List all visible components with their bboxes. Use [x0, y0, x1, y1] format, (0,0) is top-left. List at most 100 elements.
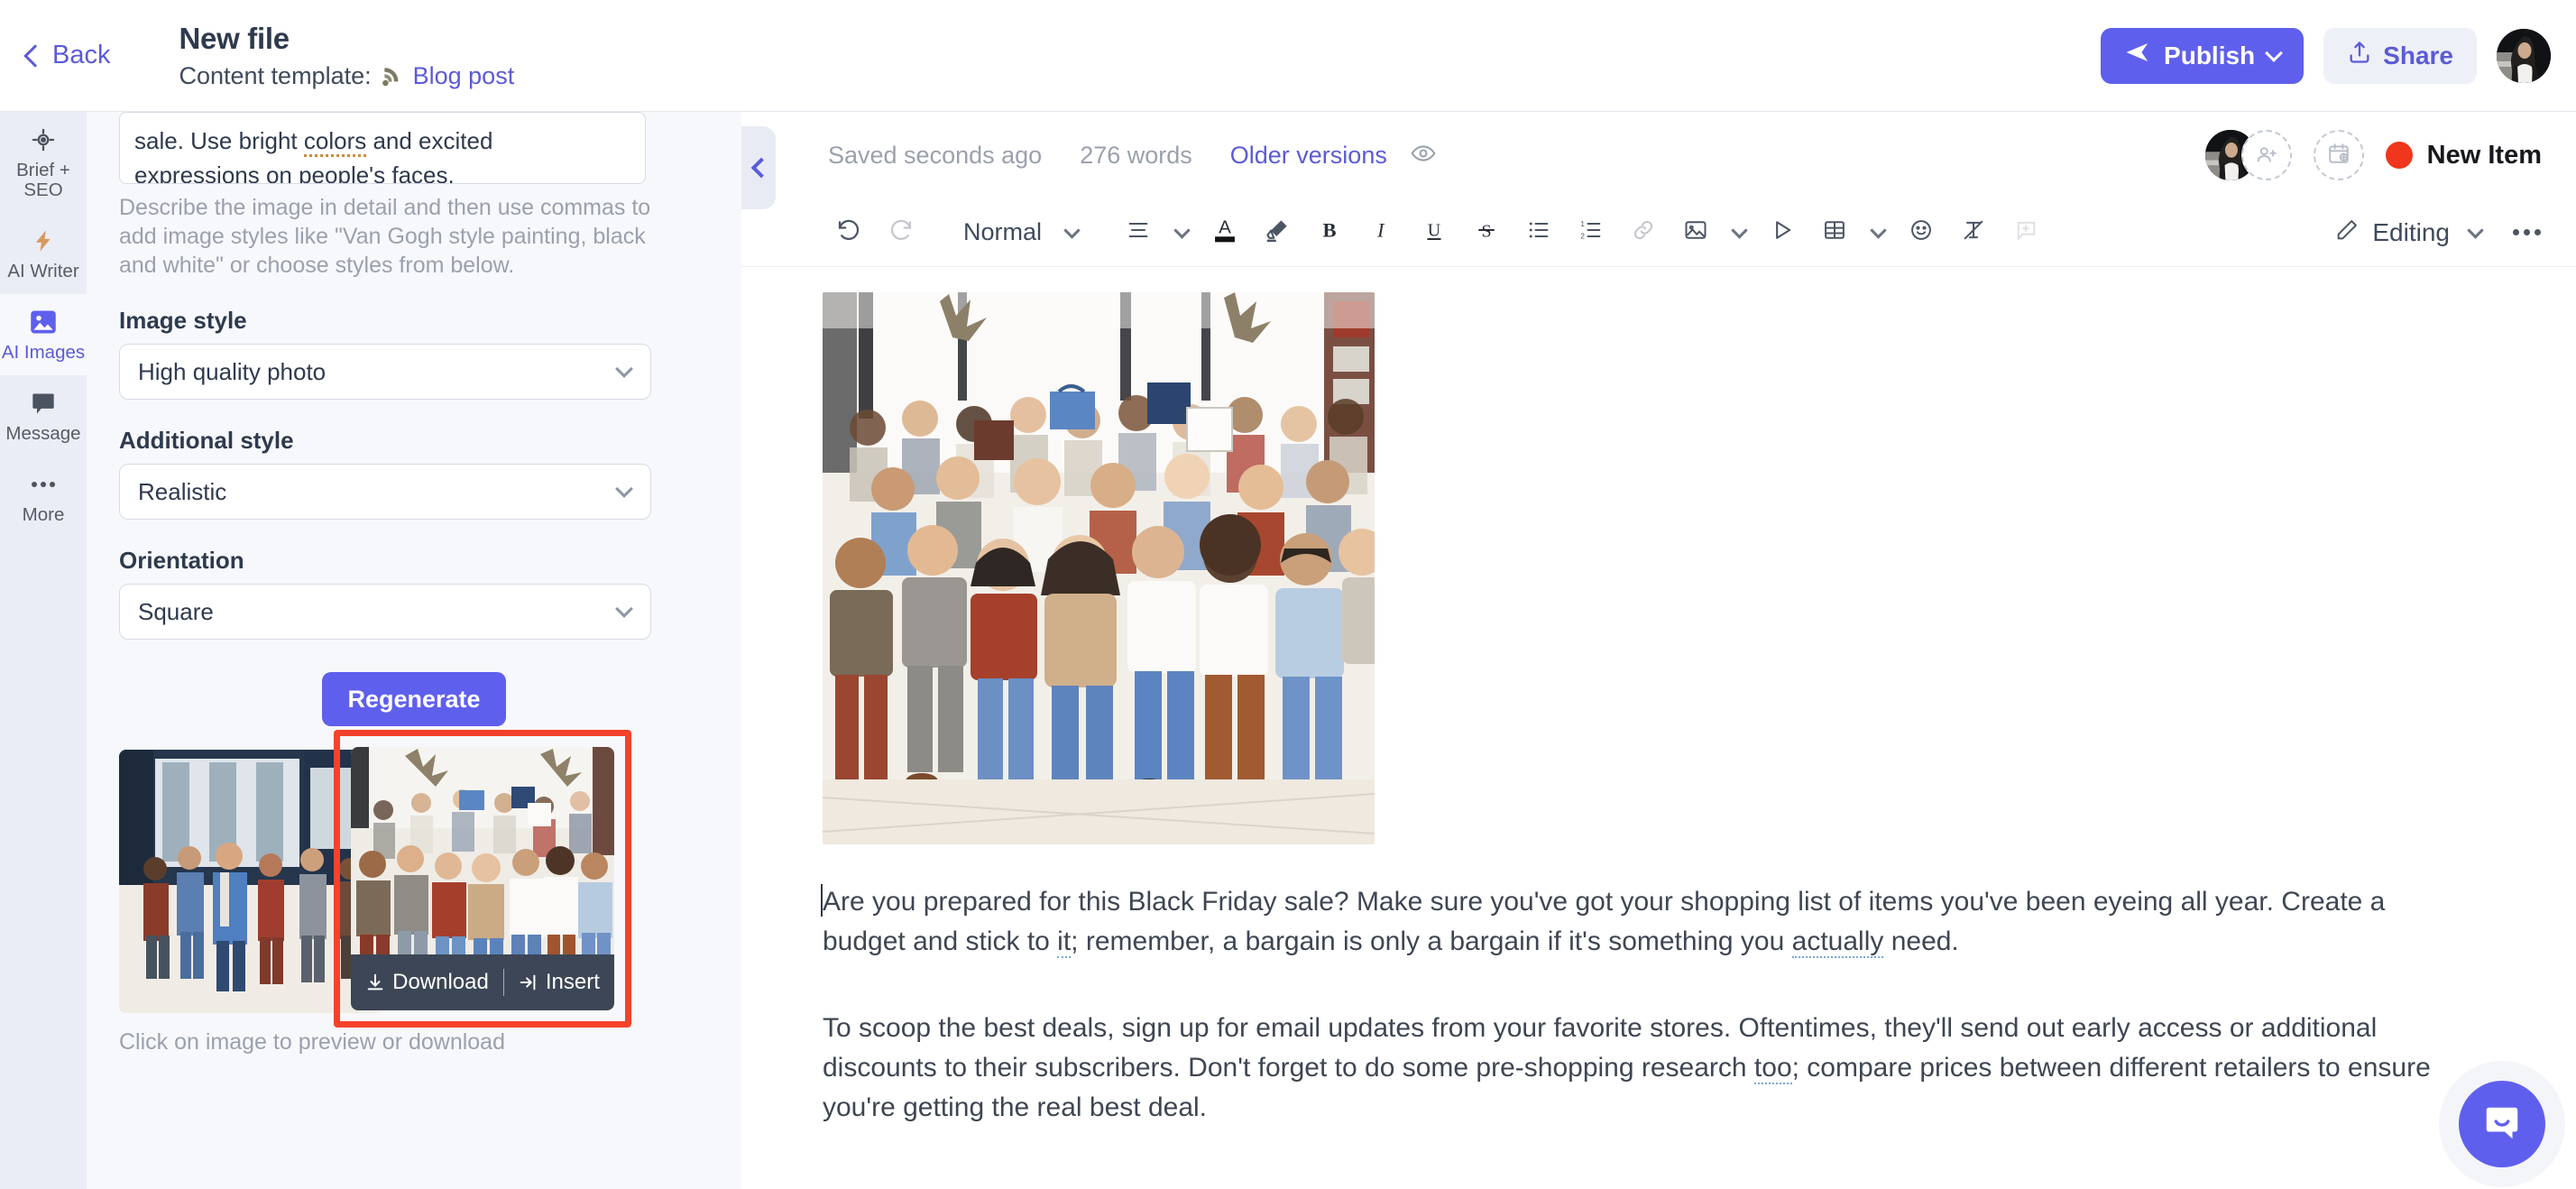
paragraph-1[interactable]: Are you prepared for this Black Friday s…	[821, 882, 2437, 962]
older-versions-link[interactable]: Older versions	[1230, 142, 1387, 170]
bullet-list-button[interactable]	[1513, 207, 1565, 259]
svg-text:2: 2	[1580, 232, 1585, 240]
ellipsis-icon	[2512, 229, 2541, 235]
orientation-select[interactable]: Square	[119, 584, 651, 640]
prompt-text-b: and excited	[366, 127, 493, 154]
editor-status-bar: Saved seconds ago 276 words Older versio…	[741, 112, 2576, 198]
spellcheck-word: it	[1057, 926, 1072, 958]
avatar[interactable]	[2497, 28, 2551, 83]
toolbar-right: Editing	[2334, 207, 2553, 259]
eye-icon[interactable]	[1411, 141, 1436, 171]
table-icon	[1822, 217, 1847, 247]
prompt-helper-text: Describe the image in detail and then us…	[119, 195, 651, 278]
content-template-link[interactable]: Blog post	[413, 62, 515, 90]
prompt-textarea[interactable]: sale. Use bright colors and excited expr…	[119, 112, 646, 184]
sidebar-item-message[interactable]: Message	[0, 375, 87, 456]
redo-button[interactable]	[875, 207, 927, 259]
editing-mode-label: Editing	[2372, 217, 2450, 246]
generated-images-list: Download Insert	[119, 730, 709, 1028]
chevron-down-icon	[615, 480, 633, 498]
sidebar-item-more[interactable]: More	[0, 456, 87, 538]
send-icon	[2124, 39, 2151, 72]
collapse-panel-button[interactable]	[741, 126, 776, 209]
back-button[interactable]: Back	[23, 41, 110, 70]
add-comment-button[interactable]	[2000, 207, 2052, 259]
insert-video-button[interactable]	[1756, 207, 1808, 259]
underline-icon: U	[1421, 217, 1448, 248]
paragraph-style-caret[interactable]	[1054, 221, 1089, 239]
highlight-button[interactable]	[1251, 207, 1303, 259]
download-icon	[365, 972, 385, 992]
align-button[interactable]	[1112, 207, 1164, 259]
insert-table-button[interactable]	[1808, 207, 1861, 259]
emoji-icon	[1909, 217, 1934, 247]
status-label: New Item	[2426, 140, 2542, 170]
numbered-list-icon: 1 2	[1578, 217, 1604, 247]
target-icon	[31, 126, 56, 153]
lightning-icon	[31, 227, 56, 254]
prompt-spellcheck-word: colors	[303, 127, 367, 157]
text-color-button[interactable]: A	[1199, 207, 1251, 259]
editor-status-actions: New Item	[2204, 130, 2542, 180]
generated-image-2[interactable]: Download Insert	[351, 747, 614, 1010]
orientation-label: Orientation	[119, 547, 244, 574]
add-comment-icon	[2013, 217, 2038, 247]
image-style-select[interactable]: High quality photo	[119, 344, 651, 400]
sidebar-item-ai-images[interactable]: AI Images	[0, 294, 87, 375]
table-caret[interactable]	[1861, 221, 1895, 239]
strikethrough-button[interactable]: S	[1460, 207, 1513, 259]
publish-button[interactable]: Publish	[2101, 27, 2305, 84]
undo-button[interactable]	[823, 207, 875, 259]
orientation-value: Square	[138, 597, 214, 625]
editing-mode-caret[interactable]	[2450, 221, 2500, 239]
more-options-button[interactable]	[2500, 207, 2553, 259]
svg-text:1: 1	[1580, 220, 1585, 228]
emoji-button[interactable]	[1895, 207, 1947, 259]
collaborators	[2204, 130, 2292, 180]
download-button[interactable]: Download	[365, 970, 489, 995]
document-body[interactable]: Are you prepared for this Black Friday s…	[741, 267, 2576, 1128]
share-button[interactable]: Share	[2323, 27, 2477, 84]
numbered-list-button[interactable]: 1 2	[1565, 207, 1617, 259]
generated-image-2-highlight: Download Insert	[334, 730, 631, 1028]
additional-style-value: Realistic	[138, 477, 227, 505]
upload-icon	[2347, 40, 2372, 71]
insert-button[interactable]: Insert	[519, 970, 600, 995]
italic-button[interactable]: I	[1356, 207, 1408, 259]
resize-grip-icon[interactable]	[629, 168, 641, 180]
page-title: New file	[179, 22, 290, 55]
sidebar-item-brief-seo[interactable]: Brief + SEO	[0, 112, 87, 213]
add-collaborator-button[interactable]	[2240, 130, 2292, 180]
regenerate-button[interactable]: Regenerate	[322, 672, 506, 726]
share-label: Share	[2383, 41, 2453, 69]
prompt-text-a: sale. Use bright	[134, 127, 304, 154]
status-badge[interactable]: New Item	[2385, 140, 2542, 171]
calendar-plus-icon	[2327, 142, 2351, 170]
image-style-value: High quality photo	[138, 357, 327, 385]
image-caret[interactable]	[1722, 221, 1756, 239]
paragraph-style-select[interactable]: Normal	[951, 218, 1054, 246]
schedule-button[interactable]	[2313, 130, 2364, 180]
ai-images-panel: sale. Use bright colors and excited expr…	[87, 112, 741, 1189]
paragraph-2[interactable]: To scoop the best deals, sign up for ema…	[823, 1009, 2437, 1128]
bold-button[interactable]: B	[1303, 207, 1356, 259]
hero-image[interactable]	[823, 292, 1375, 844]
sidebar-item-label: Brief + SEO	[16, 160, 70, 200]
clear-formatting-button[interactable]	[1947, 207, 2000, 259]
prompt-text-line2: expressions on people's faces.	[134, 161, 455, 184]
image-style-label: Image style	[119, 307, 247, 334]
underline-button[interactable]: U	[1408, 207, 1460, 259]
svg-text:U: U	[1428, 220, 1441, 240]
chevron-down-icon	[1173, 221, 1191, 239]
svg-text:A: A	[1219, 217, 1231, 238]
svg-text:S: S	[1481, 222, 1491, 242]
align-caret[interactable]	[1164, 221, 1199, 239]
additional-style-select[interactable]: Realistic	[119, 464, 651, 520]
sidebar-item-ai-writer[interactable]: AI Writer	[0, 213, 87, 294]
editing-mode-button[interactable]: Editing	[2334, 217, 2450, 247]
intercom-launcher[interactable]	[2459, 1081, 2545, 1167]
insert-image-button[interactable]	[1670, 207, 1722, 259]
play-icon	[1770, 217, 1795, 247]
link-button[interactable]	[1617, 207, 1670, 259]
content-template-row: Content template: Blog post	[179, 62, 514, 90]
